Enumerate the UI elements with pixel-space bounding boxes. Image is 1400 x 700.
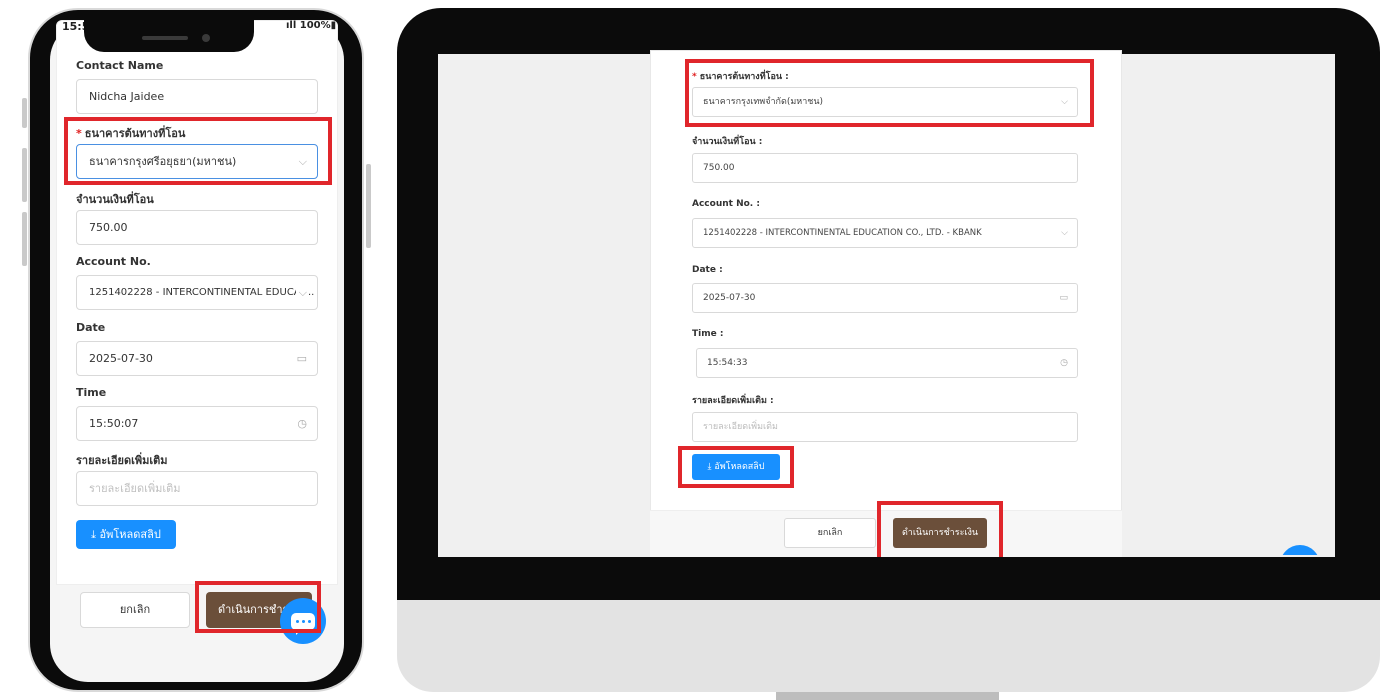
phone-notch [84,12,254,52]
amount-value: 750.00 [89,221,128,234]
calendar-icon: ▭ [296,352,307,365]
account-value: 1251402228 - INTERCONTINENTAL EDUCATION … [703,228,982,238]
amount-input[interactable]: 750.00 [76,210,318,245]
phone-side-button [22,212,27,266]
details-label: รายละเอียดเพิ่มเติม [76,454,168,467]
account-label: Account No. [76,255,151,268]
monitor-chin [397,600,1380,692]
bank-select[interactable]: ธนาคารกรุงเทพจำกัด(มหาชน) ⌵ [692,87,1078,117]
bank-value: ธนาคารกรุงศรีอยุธยา(มหาชน) [89,155,237,168]
time-label: Time [76,386,107,399]
date-picker[interactable]: 2025-07-30 ▭ [692,283,1078,313]
time-value: 15:54:33 [707,358,748,368]
clock-icon: ◷ [297,417,307,430]
status-battery: ıll 100%▮ [286,20,337,31]
chevron-down-icon: ⌵ [1061,228,1068,238]
upload-slip-button[interactable]: ⤓ อัพโหลดสลิป [692,454,780,480]
contact-name-input[interactable]: Nidcha Jaidee [76,79,318,114]
bank-select[interactable]: ธนาคารกรุงศรีอยุธยา(มหาชน) ⌵ [76,144,318,179]
chevron-down-icon: ⌵ [1061,97,1068,107]
amount-input[interactable]: 750.00 [692,153,1078,183]
account-label: Account No. : [692,199,760,209]
required-marker: * [692,72,697,82]
account-value: 1251402228 - INTERCONTINENTAL EDUCAT... [89,287,315,298]
form-footer [650,510,1122,557]
date-value: 2025-07-30 [703,293,756,303]
camera-icon [202,34,210,42]
amount-value: 750.00 [703,163,735,173]
date-value: 2025-07-30 [89,352,153,365]
phone-side-button [22,98,27,128]
phone-power-button [366,164,371,248]
time-picker[interactable]: 15:50:07 ◷ [76,406,318,441]
clock-icon: ◷ [1060,358,1068,368]
account-select[interactable]: 1251402228 - INTERCONTINENTAL EDUCATION … [692,218,1078,248]
chevron-down-icon: ⌵ [298,155,307,168]
time-label: Time : [692,329,724,339]
date-label: Date [76,321,106,334]
date-picker[interactable]: 2025-07-30 ▭ [76,341,318,376]
cancel-button[interactable]: ยกเลิก [784,518,876,548]
account-select[interactable]: 1251402228 - INTERCONTINENTAL EDUCAT... ⌵ [76,275,318,310]
amount-label: จำนวนเงินที่โอน [76,193,154,206]
calendar-icon: ▭ [1059,293,1068,303]
details-input[interactable]: รายละเอียดเพิ่มเติม [76,471,318,506]
contact-name-label: Contact Name [76,59,164,72]
speaker-icon [142,36,188,40]
details-placeholder: รายละเอียดเพิ่มเติม [703,422,778,432]
date-label: Date : [692,265,723,275]
chevron-down-icon: ⌵ [295,276,307,309]
cancel-button[interactable]: ยกเลิก [80,592,190,628]
details-label: รายละเอียดเพิ่มเติม : [692,396,774,406]
chat-button[interactable] [280,598,326,644]
monitor-stand [776,692,999,700]
phone-side-button [22,148,27,202]
proceed-payment-button[interactable]: ดำเนินการชำระเงิน [893,518,987,548]
time-value: 15:50:07 [89,417,139,430]
bank-value: ธนาคารกรุงเทพจำกัด(มหาชน) [703,97,824,107]
time-picker[interactable]: 15:54:33 ◷ [696,348,1078,378]
details-placeholder: รายละเอียดเพิ่มเติม [89,482,181,495]
chat-icon [291,612,315,635]
required-marker: * [76,127,82,140]
bank-label-text: ธนาคารต้นทางที่โอน : [699,72,789,82]
contact-name-value: Nidcha Jaidee [89,90,165,103]
upload-slip-button[interactable]: ⤓ อัพโหลดสลิป [76,520,176,549]
bank-label-text: ธนาคารต้นทางที่โอน [84,127,186,140]
bank-label: * ธนาคารต้นทางที่โอน [76,124,185,142]
details-input[interactable]: รายละเอียดเพิ่มเติม [692,412,1078,442]
amount-label: จำนวนเงินที่โอน : [692,137,763,147]
bank-label: * ธนาคารต้นทางที่โอน : [692,69,789,83]
